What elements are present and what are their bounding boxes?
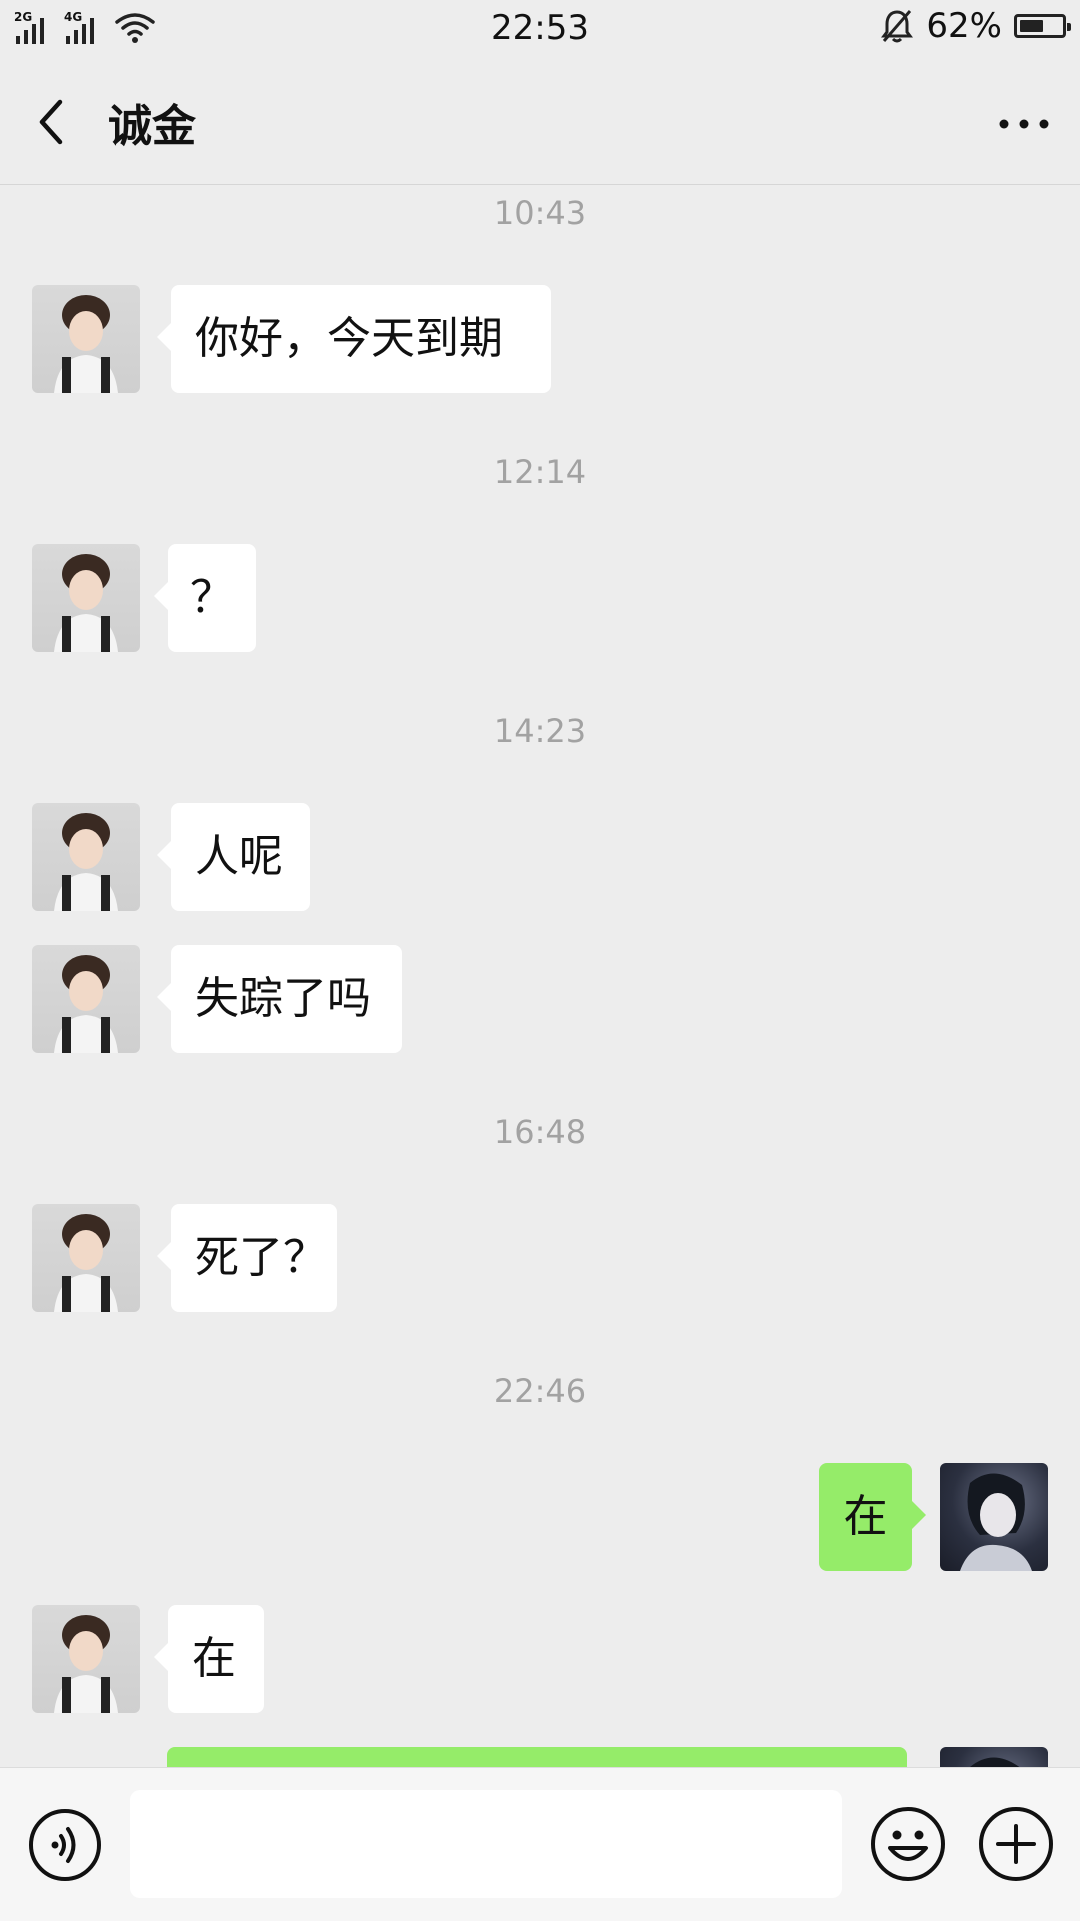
chat-header: 诚金 bbox=[0, 56, 1080, 185]
incoming-message-bubble[interactable]: ？ bbox=[154, 544, 256, 652]
contact-avatar[interactable] bbox=[32, 1204, 140, 1312]
timestamp: 22:46 bbox=[493, 1372, 587, 1410]
outgoing-message-bubble[interactable] bbox=[167, 1747, 907, 1767]
message-input[interactable] bbox=[130, 1790, 842, 1898]
incoming-message-bubble[interactable]: 你好，今天到期 bbox=[157, 285, 551, 393]
my-avatar[interactable] bbox=[940, 1463, 1048, 1571]
emoji-icon[interactable] bbox=[870, 1806, 946, 1882]
contact-avatar[interactable] bbox=[32, 945, 140, 1053]
status-right: 62% bbox=[880, 6, 1071, 46]
chat-title: 诚金 bbox=[108, 101, 196, 152]
contact-avatar[interactable] bbox=[32, 803, 140, 911]
incoming-message-bubble[interactable]: 在 bbox=[154, 1605, 264, 1713]
battery-level bbox=[1020, 20, 1043, 32]
timestamp: 10:43 bbox=[493, 194, 587, 232]
contact-avatar[interactable] bbox=[32, 544, 140, 652]
contact-avatar[interactable] bbox=[32, 1605, 140, 1713]
voice-icon[interactable] bbox=[28, 1808, 102, 1882]
back-button[interactable] bbox=[26, 92, 82, 152]
incoming-message-bubble[interactable]: 人呢 bbox=[157, 803, 310, 911]
incoming-message-bubble[interactable]: 失踪了吗 bbox=[157, 945, 402, 1053]
my-avatar[interactable] bbox=[940, 1747, 1048, 1767]
timestamp: 16:48 bbox=[493, 1113, 587, 1151]
input-bar bbox=[0, 1767, 1080, 1921]
plus-icon[interactable] bbox=[978, 1806, 1054, 1882]
incoming-message-bubble[interactable]: 死了？ bbox=[157, 1204, 337, 1312]
battery-percent: 62% bbox=[926, 6, 1002, 46]
timestamp: 12:14 bbox=[493, 453, 587, 491]
more-dots-icon[interactable] bbox=[994, 114, 1054, 134]
message-list[interactable]: 10:43 你好，今天到期 12:14 ？ 14:23 人呢 失踪了吗 16:4… bbox=[0, 185, 1080, 1767]
battery-icon bbox=[1014, 14, 1071, 38]
contact-avatar[interactable] bbox=[32, 285, 140, 393]
outgoing-message-bubble[interactable]: 在 bbox=[819, 1463, 926, 1571]
status-bar: 2G 4G 22:53 62% bbox=[0, 0, 1080, 56]
timestamp: 14:23 bbox=[493, 712, 587, 750]
bell-muted-icon bbox=[881, 10, 914, 43]
